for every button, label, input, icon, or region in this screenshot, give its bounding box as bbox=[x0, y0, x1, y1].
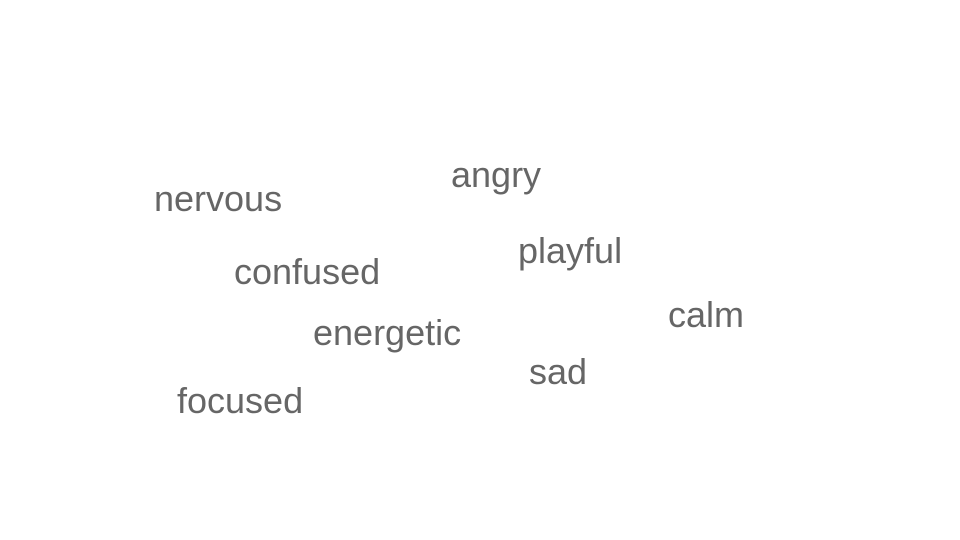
word-confused: confused bbox=[234, 251, 381, 292]
word-nervous: nervous bbox=[154, 178, 283, 219]
word-angry: angry bbox=[451, 154, 542, 195]
word-playful: playful bbox=[518, 230, 623, 271]
word-focused: focused bbox=[177, 380, 304, 421]
word-calm: calm bbox=[668, 294, 745, 335]
word-cloud-canvas: angry nervous playful confused calm ener… bbox=[0, 0, 960, 540]
word-energetic: energetic bbox=[313, 312, 462, 353]
word-sad: sad bbox=[529, 351, 588, 392]
